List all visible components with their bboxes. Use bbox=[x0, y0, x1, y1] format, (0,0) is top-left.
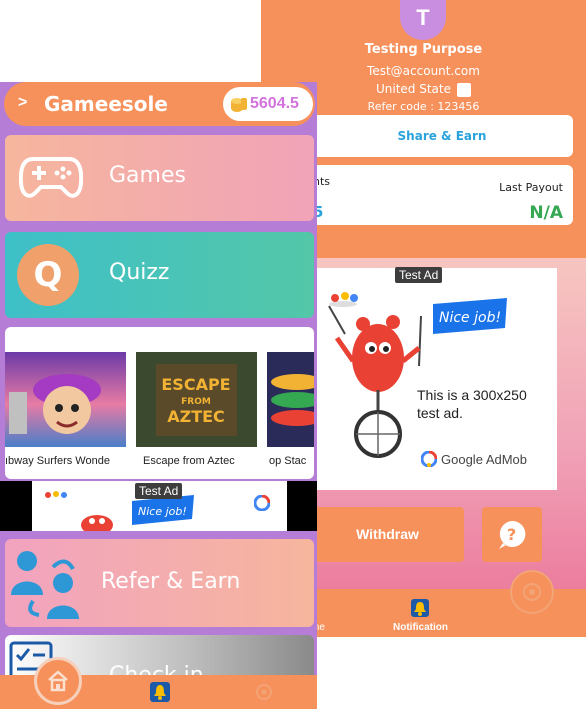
stats-card: nts 5 Last Payout N/A bbox=[311, 165, 573, 225]
notification-icon[interactable] bbox=[148, 680, 172, 704]
game-thumb-aztec[interactable]: ESCAPE FROM AZTEC bbox=[136, 352, 257, 447]
last-payout-label: Last Payout bbox=[499, 181, 563, 194]
nice-job-text-small: Nice job! bbox=[138, 505, 187, 518]
ad-text: This is a 300x250 test ad. bbox=[417, 387, 527, 421]
game-label: ıbway Surfers Wonde bbox=[5, 455, 110, 467]
nice-job-text: Nice job! bbox=[439, 310, 501, 326]
game-label: Escape from Aztec bbox=[143, 455, 235, 467]
refer-people-icon bbox=[11, 551, 79, 619]
tab-notification-label[interactable]: Notification bbox=[393, 622, 448, 633]
nice-job-flag-icon: Nice job! bbox=[433, 298, 507, 334]
test-ad-tag: Test Ad bbox=[135, 483, 183, 499]
admob-logo-icon bbox=[254, 495, 270, 511]
mascot-icon bbox=[328, 292, 422, 458]
question-icon: ? bbox=[499, 520, 526, 549]
profile-email: Test@account.com bbox=[367, 64, 480, 78]
games-card[interactable]: Games bbox=[5, 135, 314, 221]
coin-value: 5604.5 bbox=[250, 95, 299, 112]
thumb-title: ESCAPE bbox=[161, 375, 230, 394]
country-label: United State bbox=[375, 82, 451, 96]
app-title: Gameesole bbox=[44, 92, 168, 116]
app-header: > Gameesole 5604.5 bbox=[4, 82, 315, 126]
thumb-sub: FROM bbox=[181, 397, 211, 407]
game-label: op Stac bbox=[269, 455, 307, 467]
games-carousel[interactable]: ıbway Surfers Wonde ESCAPE FROM AZTEC Es… bbox=[5, 327, 314, 479]
refer-earn-label: Refer & Earn bbox=[101, 569, 241, 594]
mascot-icon bbox=[45, 491, 113, 531]
games-label: Games bbox=[109, 163, 186, 188]
coins-icon bbox=[231, 98, 247, 112]
test-ad-tag: Test Ad bbox=[395, 267, 443, 283]
thumb-word: AZTEC bbox=[167, 407, 225, 426]
quiz-icon: Q bbox=[17, 244, 79, 306]
admob-logo-icon bbox=[421, 451, 437, 467]
subway-surfers-art-icon bbox=[9, 374, 101, 434]
chevron-right-icon[interactable]: > bbox=[18, 94, 27, 112]
help-button[interactable]: ? bbox=[482, 507, 542, 562]
escape-aztec-art-icon: ESCAPE FROM AZTEC bbox=[136, 352, 257, 447]
quiz-label: Quizz bbox=[109, 260, 170, 285]
game-thumb-subway[interactable] bbox=[5, 352, 126, 447]
quiz-card[interactable]: Q Quizz bbox=[5, 232, 314, 318]
coin-balance[interactable]: 5604.5 bbox=[223, 87, 313, 121]
admob-brand: Google AdMob bbox=[441, 452, 528, 467]
svg-text:?: ? bbox=[507, 525, 516, 544]
flag-icon bbox=[457, 82, 471, 97]
nice-job-flag-icon: Nice job! bbox=[132, 495, 194, 525]
notification-icon[interactable] bbox=[409, 597, 431, 619]
gamepad-icon bbox=[19, 157, 83, 198]
settings-icon[interactable] bbox=[255, 683, 273, 701]
last-payout-value: N/A bbox=[529, 203, 563, 223]
share-earn-button[interactable]: Share & Earn bbox=[311, 115, 573, 157]
home-fab-button[interactable] bbox=[34, 657, 82, 705]
home-icon bbox=[48, 670, 68, 692]
game-thumb-stack[interactable] bbox=[267, 352, 314, 447]
quiz-letter: Q bbox=[33, 255, 63, 295]
settings-icon bbox=[523, 583, 541, 601]
profile-name: Testing Purpose bbox=[364, 42, 483, 57]
stack-art-icon bbox=[267, 352, 314, 447]
banner-ad[interactable]: Nice job! This is a 300x250 test ad. Goo… bbox=[311, 268, 557, 490]
refer-earn-card[interactable]: Refer & Earn bbox=[5, 539, 314, 627]
fab-button[interactable] bbox=[510, 570, 554, 614]
home-screen: > Gameesole 5604.5 Games Q Quizz ıbway S… bbox=[0, 82, 317, 709]
withdraw-button[interactable]: Withdraw bbox=[311, 507, 464, 562]
